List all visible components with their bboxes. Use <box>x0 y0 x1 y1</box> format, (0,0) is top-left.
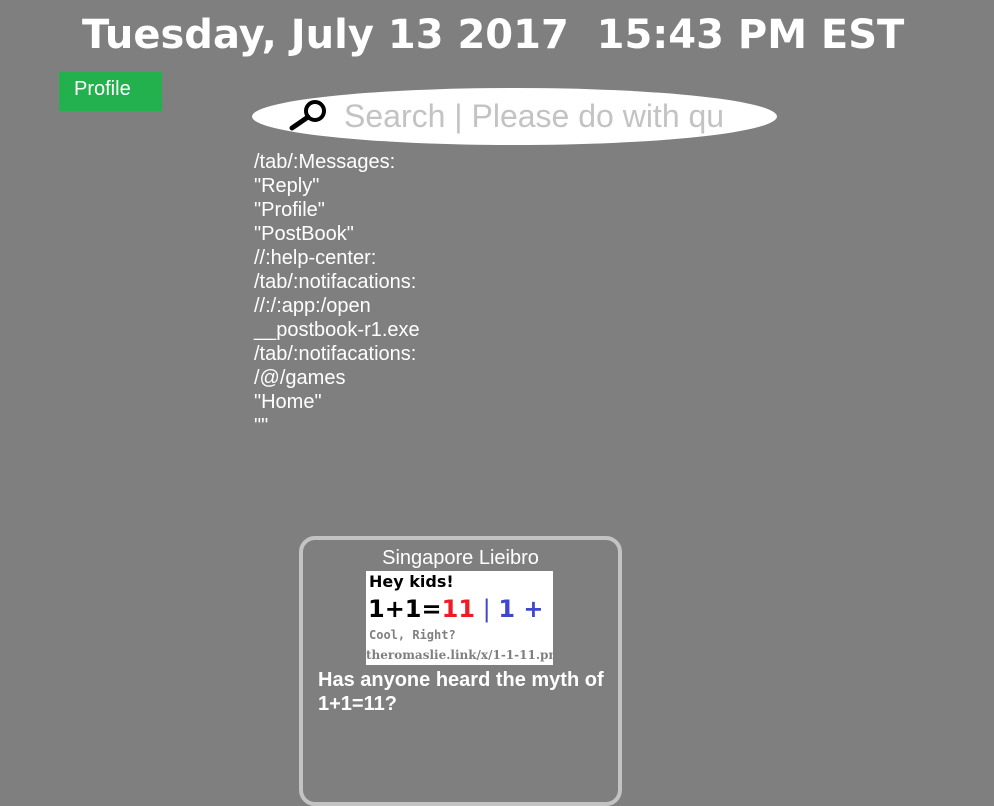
image-equation: 1+1=11 | 1 + 1 = 1 1 <box>368 595 553 623</box>
nav-item-notifications-2[interactable]: /tab/:notifacations: <box>254 342 420 366</box>
nav-item-empty[interactable]: "" <box>254 414 420 438</box>
image-url: theromaslie.link/x/1-1-11.png <box>366 648 553 662</box>
nav-list: /tab/:Messages: "Reply" "Profile" "PostB… <box>254 150 420 438</box>
profile-button[interactable]: Profile <box>59 72 162 111</box>
nav-item-postbook-exe[interactable]: __postbook-r1.exe <box>254 318 420 342</box>
post-text: Has anyone heard the myth of 1+1=11? <box>318 669 604 715</box>
equation-separator: | <box>475 595 499 623</box>
nav-item-app-open[interactable]: //:/:app:/open <box>254 294 420 318</box>
equation-left: 1+1= <box>368 595 442 623</box>
equation-right: 1 + 1 = <box>498 595 553 623</box>
image-caption: Cool, Right? <box>369 628 456 642</box>
search-icon[interactable] <box>288 98 332 134</box>
post-author[interactable]: Singapore Lieibro <box>303 547 618 570</box>
equation-left-result: 11 <box>441 595 476 623</box>
post-image[interactable]: Hey kids! 1+1=11 | 1 + 1 = 1 1 Cool, Rig… <box>366 571 553 665</box>
nav-item-games[interactable]: /@/games <box>254 366 420 390</box>
post-card: Singapore Lieibro Hey kids! 1+1=11 | 1 +… <box>299 536 622 806</box>
nav-item-reply[interactable]: "Reply" <box>254 174 420 198</box>
image-headline: Hey kids! <box>369 572 454 591</box>
search-input[interactable] <box>344 96 744 136</box>
search-bar[interactable] <box>252 88 777 145</box>
nav-item-notifications[interactable]: /tab/:notifacations: <box>254 270 420 294</box>
nav-item-profile[interactable]: "Profile" <box>254 198 420 222</box>
nav-item-help-center[interactable]: //:help-center: <box>254 246 420 270</box>
nav-item-postbook[interactable]: "PostBook" <box>254 222 420 246</box>
nav-item-home[interactable]: "Home" <box>254 390 420 414</box>
nav-item-messages[interactable]: /tab/:Messages: <box>254 150 420 174</box>
page-datetime: Tuesday, July 13 2017 15:43 PM EST <box>82 12 905 58</box>
